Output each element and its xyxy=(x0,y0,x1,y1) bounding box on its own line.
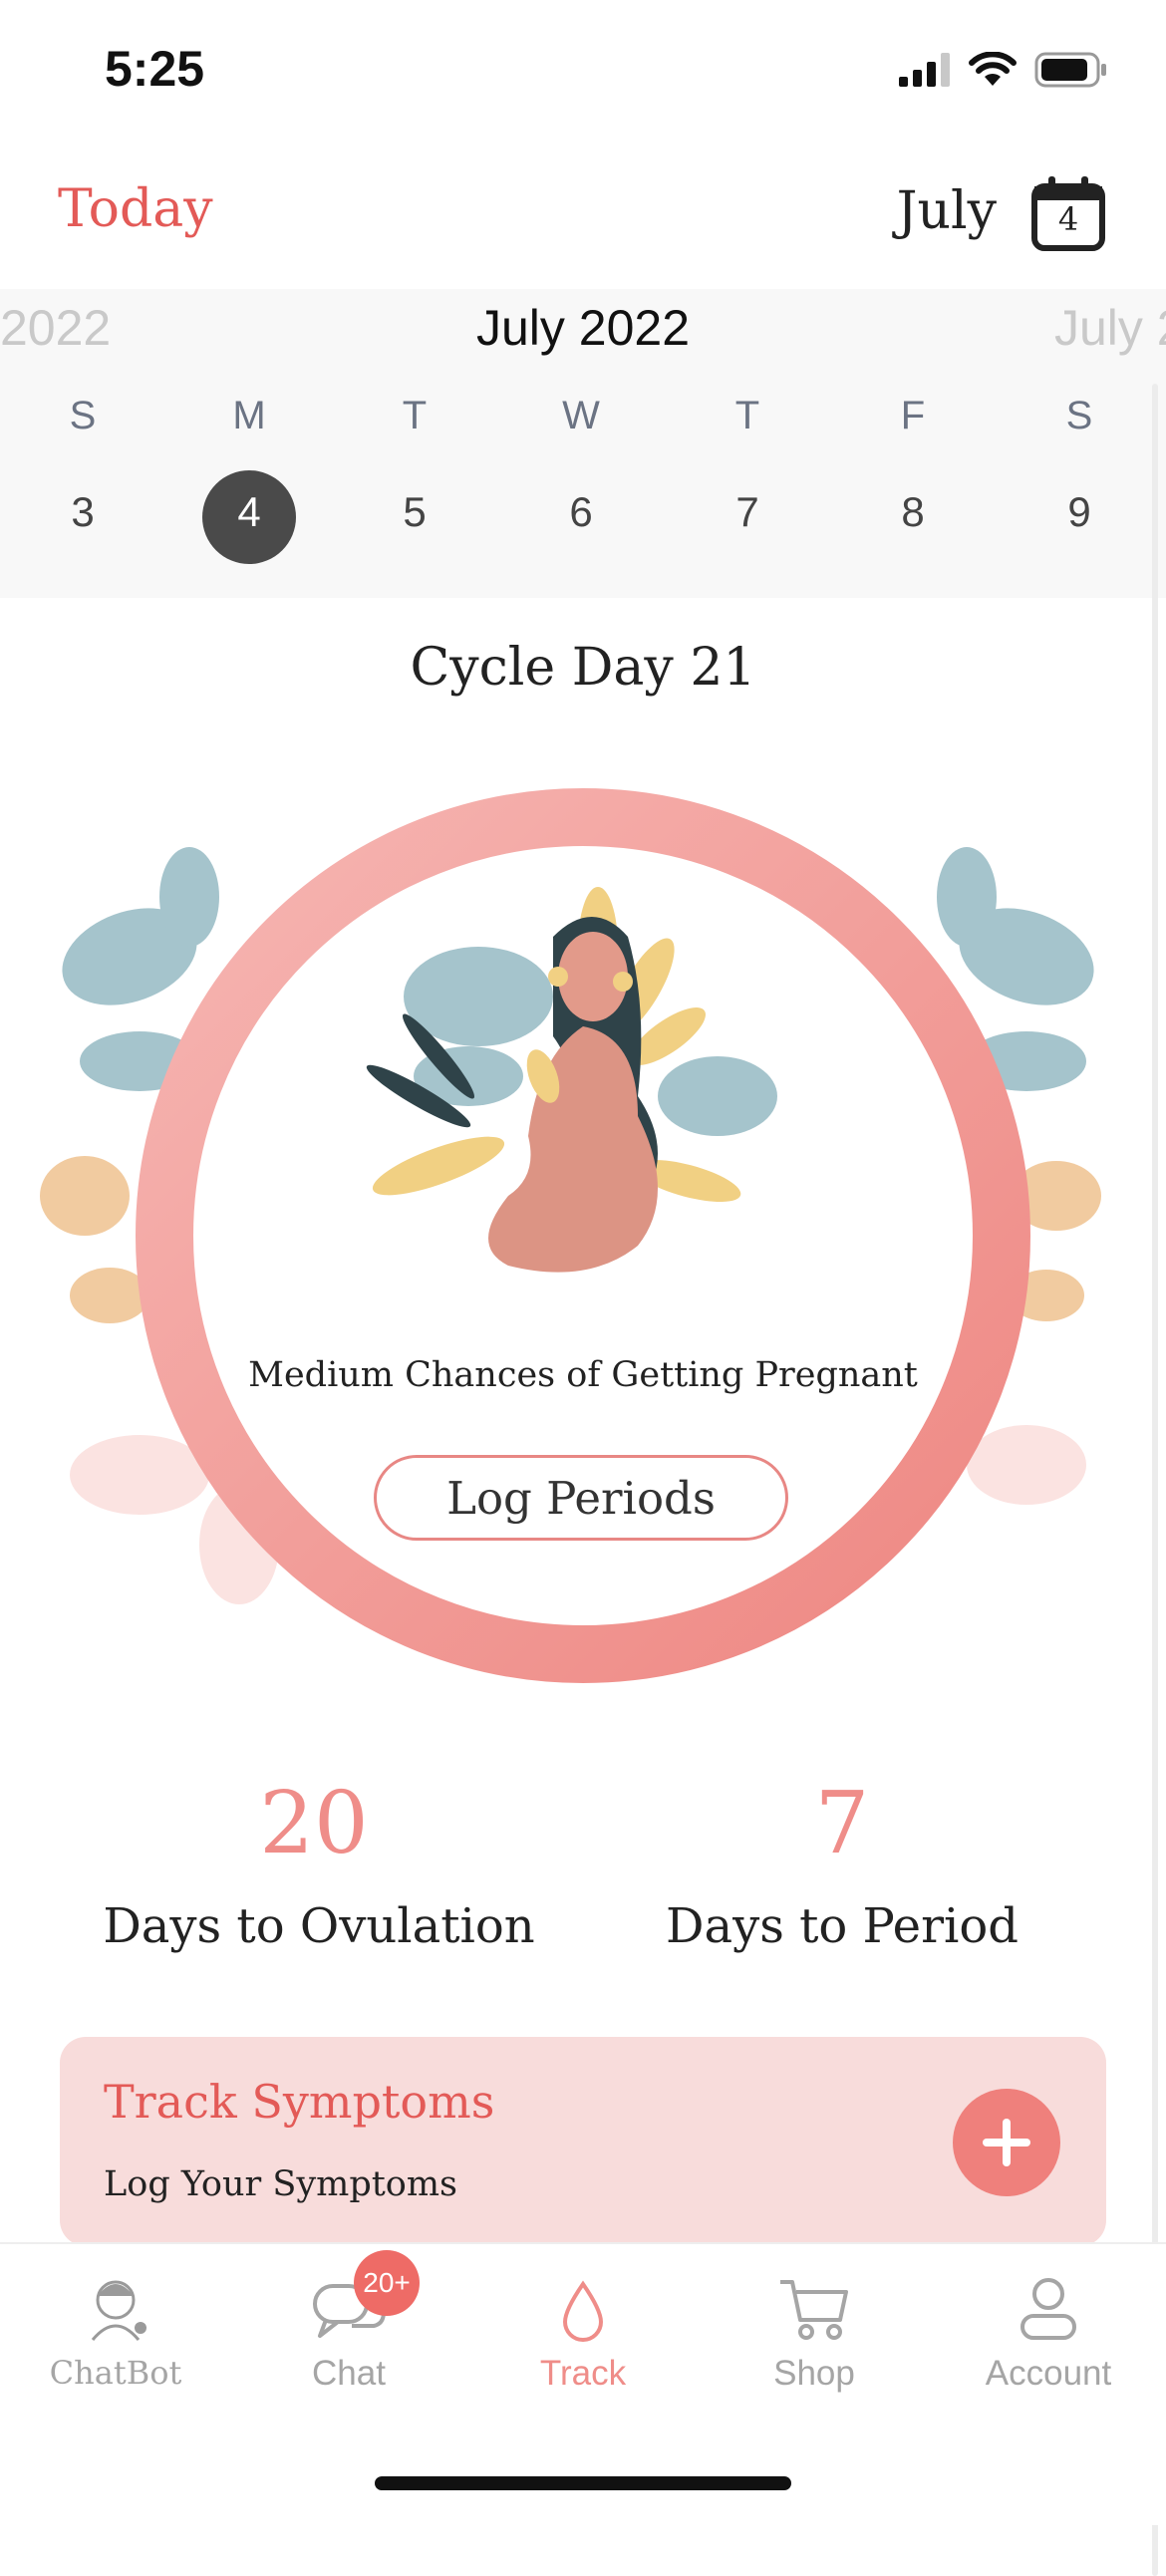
ovulation-days-value: 20 xyxy=(259,1774,369,1873)
date-cell[interactable]: 9 xyxy=(1029,488,1129,536)
log-periods-button[interactable]: Log Periods xyxy=(374,1455,788,1541)
weekday-tue: T xyxy=(402,394,428,437)
next-month-label[interactable]: July 2 xyxy=(1054,299,1166,357)
date-cell[interactable]: 3 xyxy=(33,488,133,536)
signal-icon xyxy=(899,53,950,87)
today-link[interactable]: Today xyxy=(58,179,213,239)
tab-chat-label: Chat xyxy=(312,2354,386,2393)
ovulation-days-label: Days to Ovulation xyxy=(103,1898,535,1954)
wifi-icon xyxy=(969,52,1017,86)
chat-unread-badge: 20+ xyxy=(354,2250,420,2316)
tab-track[interactable]: Track xyxy=(483,2262,683,2394)
tab-chatbot[interactable]: ChatBot xyxy=(16,2262,215,2392)
date-cell-selected[interactable]: 4 xyxy=(199,488,299,536)
status-icons xyxy=(899,52,1108,88)
header-month-label: July xyxy=(896,181,997,241)
cart-icon xyxy=(780,2280,848,2340)
pregnancy-chance-text: Medium Chances of Getting Pregnant xyxy=(248,1355,918,1395)
track-symptoms-subtitle: Log Your Symptoms xyxy=(104,2164,458,2204)
date-cell[interactable]: 5 xyxy=(365,488,464,536)
battery-icon xyxy=(1034,52,1106,88)
tab-shop[interactable]: Shop xyxy=(715,2262,914,2394)
cycle-ring xyxy=(40,777,1126,1694)
period-days-label: Days to Period xyxy=(665,1898,1020,1954)
weekday-mon: M xyxy=(232,394,266,437)
person-icon xyxy=(1020,2278,1076,2340)
calendar-button[interactable]: 4 xyxy=(1030,174,1106,252)
period-days-value: 7 xyxy=(814,1774,870,1873)
chatbot-avatar-icon xyxy=(91,2280,146,2341)
date-cell[interactable]: 6 xyxy=(531,488,631,536)
calendar-day-number: 4 xyxy=(1057,200,1079,238)
current-month-label: July 2022 xyxy=(475,300,691,356)
date-cell[interactable]: 7 xyxy=(698,488,797,536)
status-time: 5:25 xyxy=(105,41,205,97)
home-indicator[interactable] xyxy=(375,2476,791,2490)
weekday-sun: S xyxy=(69,394,97,437)
track-symptoms-card[interactable] xyxy=(60,2037,1106,2246)
track-symptoms-title: Track Symptoms xyxy=(104,2075,495,2129)
weekday-sat: S xyxy=(1065,394,1093,437)
weekday-thu: T xyxy=(734,394,760,437)
add-symptom-button[interactable] xyxy=(953,2089,1060,2196)
tab-shop-label: Shop xyxy=(773,2354,855,2393)
weekday-wed: W xyxy=(562,394,600,437)
tab-account[interactable]: Account xyxy=(949,2262,1148,2394)
date-cell[interactable]: 8 xyxy=(863,488,963,536)
tab-track-label: Track xyxy=(539,2354,627,2393)
plus-icon xyxy=(983,2119,1030,2166)
weekday-fri: F xyxy=(900,394,926,437)
tab-account-label: Account xyxy=(985,2354,1112,2393)
cycle-day-label: Cycle Day 21 xyxy=(410,638,756,698)
drop-icon xyxy=(562,2280,604,2342)
cycle-ring-graphic xyxy=(40,788,1101,1683)
tab-chatbot-label: ChatBot xyxy=(49,2354,182,2392)
